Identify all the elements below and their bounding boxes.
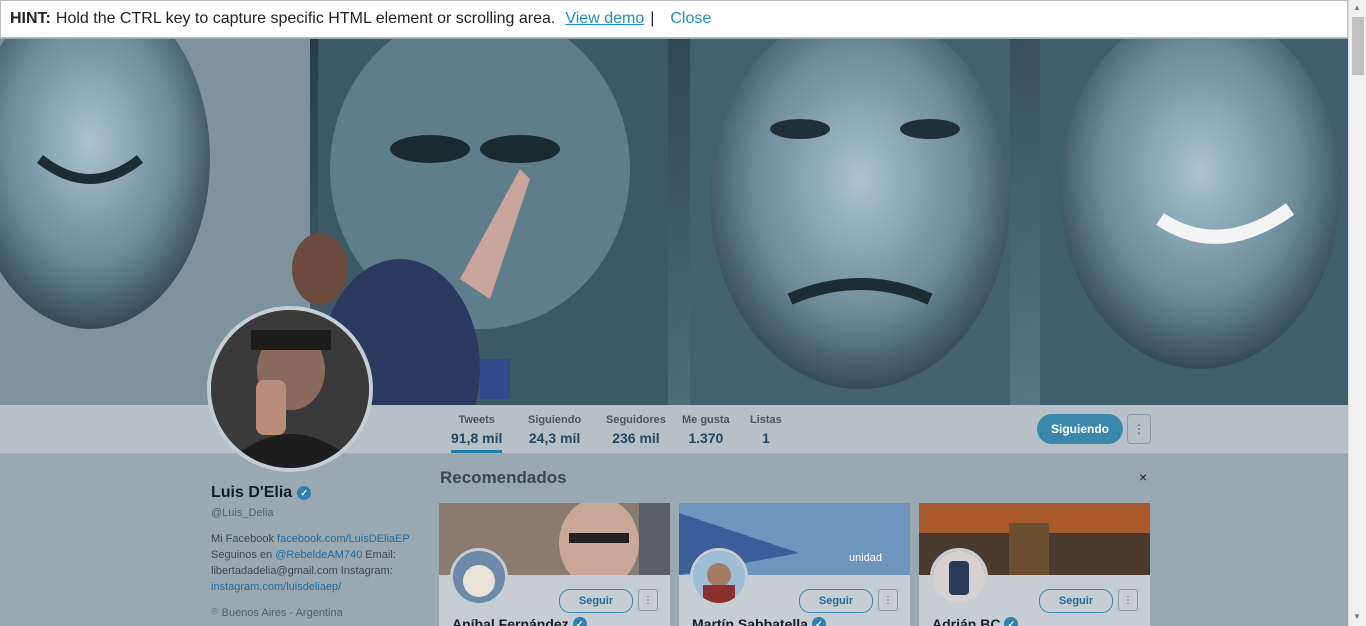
profile-handle: @Luis_Delia: [211, 507, 274, 519]
hint-separator: |: [650, 10, 655, 27]
instagram-link[interactable]: instagram.com/luisdeliaep/: [211, 581, 341, 593]
cover-logo-text: unidad: [849, 552, 882, 564]
profile-info: Luis D'Elia ✓ @Luis_Delia Mi Facebook fa…: [211, 484, 421, 619]
capture-hint-bar: HINT: Hold the CTRL key to capture speci…: [0, 0, 1348, 38]
stat-label: Me gusta: [682, 414, 730, 426]
card-more-icon[interactable]: ⋮: [878, 589, 898, 611]
page-scrollbar[interactable]: ▲ ▼: [1348, 0, 1366, 626]
profile-header-banner: [0, 39, 1348, 405]
hint-text: Hold the CTRL key to capture specific HT…: [55, 10, 556, 27]
location-text: Buenos Aires - Argentina: [221, 606, 343, 619]
facebook-link[interactable]: facebook.com/LuisDEliaEP: [277, 533, 409, 545]
card-avatar[interactable]: [450, 548, 508, 606]
profile-location: ⌾ Buenos Aires - Argentina: [211, 606, 421, 619]
card-avatar-photo: [933, 551, 985, 603]
card-avatar[interactable]: [690, 548, 748, 606]
recommended-card[interactable]: unidad Seguir ⋮ Martín Sabbatella ✓: [679, 503, 910, 626]
card-name-row: Adrián BC ✓: [932, 616, 1019, 626]
profile-name: Luis D'Elia: [211, 484, 293, 501]
verified-badge-icon: ✓: [572, 617, 587, 626]
card-more-icon[interactable]: ⋮: [1118, 589, 1138, 611]
stat-label: Listas: [750, 414, 782, 426]
bio-text: Seguinos en: [211, 549, 276, 561]
recommended-card[interactable]: Seguir ⋮ Adrián BC ✓: [919, 503, 1150, 626]
following-button[interactable]: Siguiendo: [1037, 414, 1123, 444]
verified-badge-icon: ✓: [811, 617, 826, 626]
rebelde-mention-link[interactable]: @RebeldeAM740: [275, 549, 362, 561]
stat-value: 1.370: [688, 430, 724, 446]
stat-following[interactable]: Siguiendo 24,3 mil: [528, 414, 581, 446]
follow-button[interactable]: Seguir: [559, 589, 633, 613]
stat-value: 236 mil: [612, 430, 660, 446]
hint-label: HINT:: [10, 10, 51, 27]
card-more-icon[interactable]: ⋮: [638, 589, 658, 611]
stat-value: 1: [762, 430, 770, 446]
profile-bio: Mi Facebook facebook.com/LuisDEliaEP Seg…: [211, 531, 421, 595]
profile-avatar[interactable]: [207, 306, 373, 472]
stat-value: 24,3 mil: [528, 430, 581, 446]
stat-likes[interactable]: Me gusta 1.370: [682, 414, 730, 446]
profile-name-row: Luis D'Elia ✓: [211, 484, 421, 502]
card-avatar-photo: [453, 551, 505, 603]
card-name[interactable]: Aníbal Fernández: [452, 616, 569, 626]
scroll-up-icon[interactable]: ▲: [1353, 3, 1361, 12]
dismiss-recommended-icon[interactable]: ×: [1139, 469, 1147, 485]
stat-lists[interactable]: Listas 1: [750, 414, 782, 446]
bio-text: Mi Facebook: [211, 533, 278, 545]
close-hint-link[interactable]: Close: [670, 10, 711, 28]
banner-photo: [0, 39, 1348, 405]
view-demo-link[interactable]: View demo: [565, 10, 644, 28]
recommended-card[interactable]: Seguir ⋮ Aníbal Fernández ✓: [439, 503, 670, 626]
card-avatar-photo: [693, 551, 745, 603]
follow-button[interactable]: Seguir: [799, 589, 873, 613]
avatar-photo: [211, 310, 369, 468]
verified-badge-icon: ✓: [1004, 617, 1019, 626]
stat-label: Siguiendo: [528, 414, 582, 426]
card-name-row: Aníbal Fernández ✓: [452, 616, 587, 626]
verified-badge-icon: ✓: [297, 486, 312, 500]
card-name[interactable]: Adrián BC: [932, 616, 1000, 626]
location-pin-icon: ⌾: [211, 606, 218, 618]
stat-label: Seguidores: [606, 414, 666, 426]
card-name-row: Martín Sabbatella ✓: [692, 616, 826, 626]
stat-label: Tweets: [458, 414, 495, 426]
scroll-down-icon[interactable]: ▼: [1353, 612, 1361, 621]
more-options-icon[interactable]: ⋮: [1127, 414, 1151, 444]
follow-button[interactable]: Seguir: [1039, 589, 1113, 613]
recommended-title: Recomendados: [440, 468, 567, 487]
card-name[interactable]: Martín Sabbatella: [692, 616, 808, 626]
stat-tweets[interactable]: Tweets 91,8 mil: [451, 414, 503, 453]
stat-value: 91,8 mil: [451, 430, 503, 446]
card-avatar[interactable]: [930, 548, 988, 606]
scrollbar-thumb[interactable]: [1352, 17, 1364, 75]
stat-followers[interactable]: Seguidores 236 mil: [606, 414, 666, 446]
